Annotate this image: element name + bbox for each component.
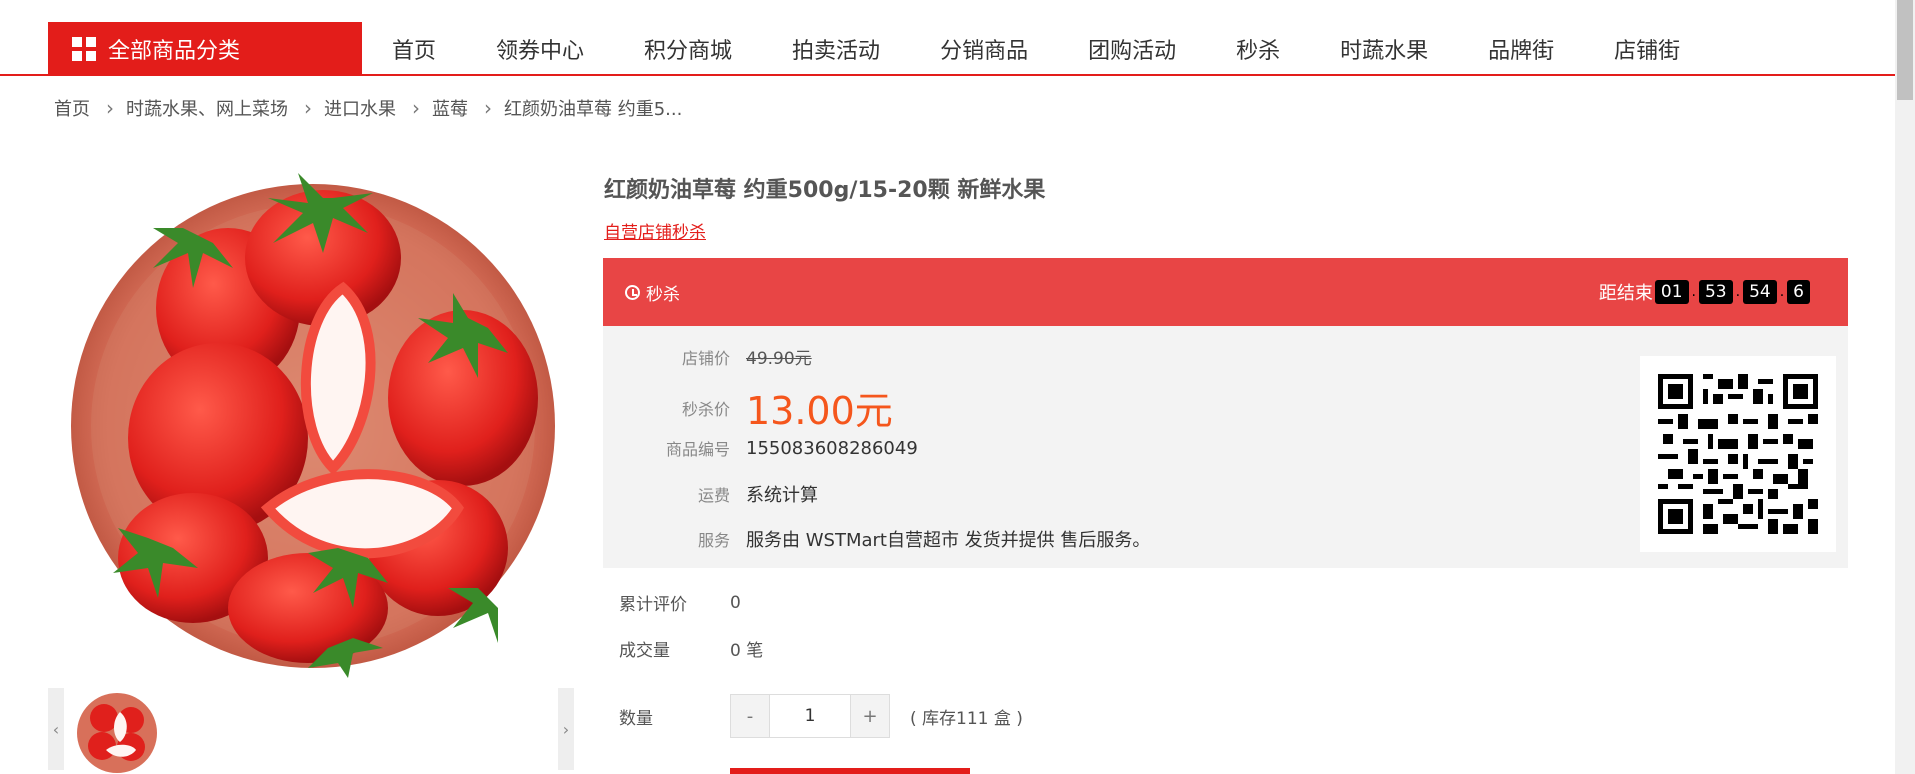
reviews-value[interactable]: 0 — [730, 593, 741, 613]
countdown-separator: . — [1691, 284, 1696, 300]
chevron-right-icon: › — [304, 96, 312, 120]
countdown-label: 距结束 — [1598, 283, 1653, 304]
shop-price-value: 49.90元 — [746, 349, 812, 369]
service-value: 服务由 WSTMart自营超市 发货并提供 售后服务。 — [746, 530, 1151, 551]
countdown-separator: . — [1779, 284, 1785, 300]
quantity-row: 数量 - + ( 库存111 盒 ) — [619, 694, 1023, 738]
nav-item-home[interactable]: 首页 — [392, 33, 436, 65]
sku-value: 155083608286049 — [746, 437, 918, 459]
product-main-image[interactable] — [68, 168, 558, 678]
service-label: 服务 — [697, 531, 730, 550]
flash-sale-label: 秒杀 — [625, 258, 680, 326]
shipping-value: 系统计算 — [746, 485, 818, 506]
shop-flash-sale-link[interactable]: 自营店铺秒杀 — [604, 218, 706, 243]
page-scrollbar[interactable] — [1895, 0, 1915, 774]
breadcrumb-current[interactable]: 红颜奶油草莓 约重5... — [504, 95, 682, 121]
countdown-seconds: 54 — [1743, 280, 1777, 304]
shop-price-row: 店铺价 49.90元 — [603, 344, 812, 370]
flash-sale-text: 秒杀 — [646, 284, 680, 305]
price-panel: 店铺价 49.90元 秒杀价 13.00元 商品编号 1550836082860… — [603, 326, 1848, 568]
buy-now-button[interactable] — [730, 768, 970, 774]
grid-icon — [72, 37, 96, 61]
quantity-stepper: - + — [730, 694, 890, 738]
quantity-minus-button[interactable]: - — [731, 695, 769, 737]
all-categories-label: 全部商品分类 — [108, 39, 241, 64]
thumbnail-carousel: ‹ › — [48, 688, 576, 774]
nav-item-distribution[interactable]: 分销商品 — [940, 33, 1028, 65]
nav-item-shops[interactable]: 店铺街 — [1614, 33, 1680, 65]
scrollbar-thumb[interactable] — [1897, 0, 1913, 100]
reviews-label: 累计评价 — [619, 595, 687, 615]
nav-item-group-buy[interactable]: 团购活动 — [1088, 33, 1176, 65]
nav-item-flash-sale[interactable]: 秒杀 — [1236, 33, 1280, 65]
quantity-input[interactable] — [769, 695, 851, 737]
service-row: 服务 服务由 WSTMart自营超市 发货并提供 售后服务。 — [603, 526, 1150, 552]
sku-row: 商品编号 155083608286049 — [603, 436, 918, 460]
top-nav: 全部商品分类 首页 领券中心 积分商城 拍卖活动 分销商品 团购活动 秒杀 时蔬… — [0, 0, 1895, 76]
sales-label: 成交量 — [619, 641, 670, 661]
shop-price-label: 店铺价 — [681, 348, 730, 368]
countdown-minutes: 53 — [1698, 280, 1733, 304]
reviews-row: 累计评价 0 — [619, 590, 741, 616]
sales-row: 成交量 0 笔 — [619, 636, 763, 661]
nav-item-brands[interactable]: 品牌街 — [1488, 33, 1554, 65]
breadcrumb-imported-fruit[interactable]: 进口水果 — [324, 95, 396, 121]
flash-price-value: 13.00元 — [746, 389, 893, 433]
product-thumbnail[interactable] — [76, 692, 158, 774]
chevron-right-icon[interactable]: › — [558, 688, 574, 770]
quantity-label: 数量 — [619, 708, 653, 729]
shipping-label: 运费 — [697, 486, 730, 505]
chevron-right-icon: › — [412, 96, 420, 120]
all-categories-button[interactable]: 全部商品分类 — [48, 22, 362, 76]
chevron-right-icon: › — [484, 96, 492, 120]
countdown-separator: . — [1735, 284, 1741, 300]
stock-info: ( 库存111 盒 ) — [910, 708, 1023, 729]
flash-sale-bar: 秒杀 距结束 01 . 53 . 54 . 6 — [603, 258, 1848, 326]
clock-icon — [625, 284, 640, 300]
nav-item-coupons[interactable]: 领券中心 — [496, 33, 584, 65]
sku-label: 商品编号 — [665, 440, 730, 459]
chevron-left-icon[interactable]: ‹ — [48, 688, 64, 770]
breadcrumb-blueberry[interactable]: 蓝莓 — [432, 95, 468, 121]
shipping-row: 运费 系统计算 — [603, 481, 818, 507]
breadcrumb: 首页 › 时蔬水果、网上菜场 › 进口水果 › 蓝莓 › 红颜奶油草莓 约重5.… — [54, 96, 682, 120]
sales-value: 0 笔 — [730, 641, 764, 661]
chevron-right-icon: › — [106, 96, 114, 120]
nav-item-auction[interactable]: 拍卖活动 — [792, 33, 880, 65]
flash-price-label: 秒杀价 — [681, 399, 730, 419]
countdown-tenths: 6 — [1787, 280, 1810, 304]
countdown-hours: 01 — [1654, 280, 1689, 304]
countdown-timer: 距结束 01 . 53 . 54 . 6 — [1599, 258, 1812, 326]
nav-item-fruit-veg[interactable]: 时蔬水果 — [1340, 33, 1428, 65]
breadcrumb-fruit-veg[interactable]: 时蔬水果、网上菜场 — [126, 95, 288, 121]
nav-item-points-mall[interactable]: 积分商城 — [644, 33, 732, 65]
nav-menu: 首页 领券中心 积分商城 拍卖活动 分销商品 团购活动 秒杀 时蔬水果 品牌街 … — [362, 22, 1710, 76]
quantity-plus-button[interactable]: + — [851, 695, 889, 737]
breadcrumb-home[interactable]: 首页 — [54, 95, 90, 121]
qr-code — [1640, 356, 1836, 552]
flash-price-row: 秒杀价 13.00元 — [603, 380, 893, 435]
product-title: 红颜奶油草莓 约重500g/15-20颗 新鲜水果 — [604, 178, 1046, 203]
